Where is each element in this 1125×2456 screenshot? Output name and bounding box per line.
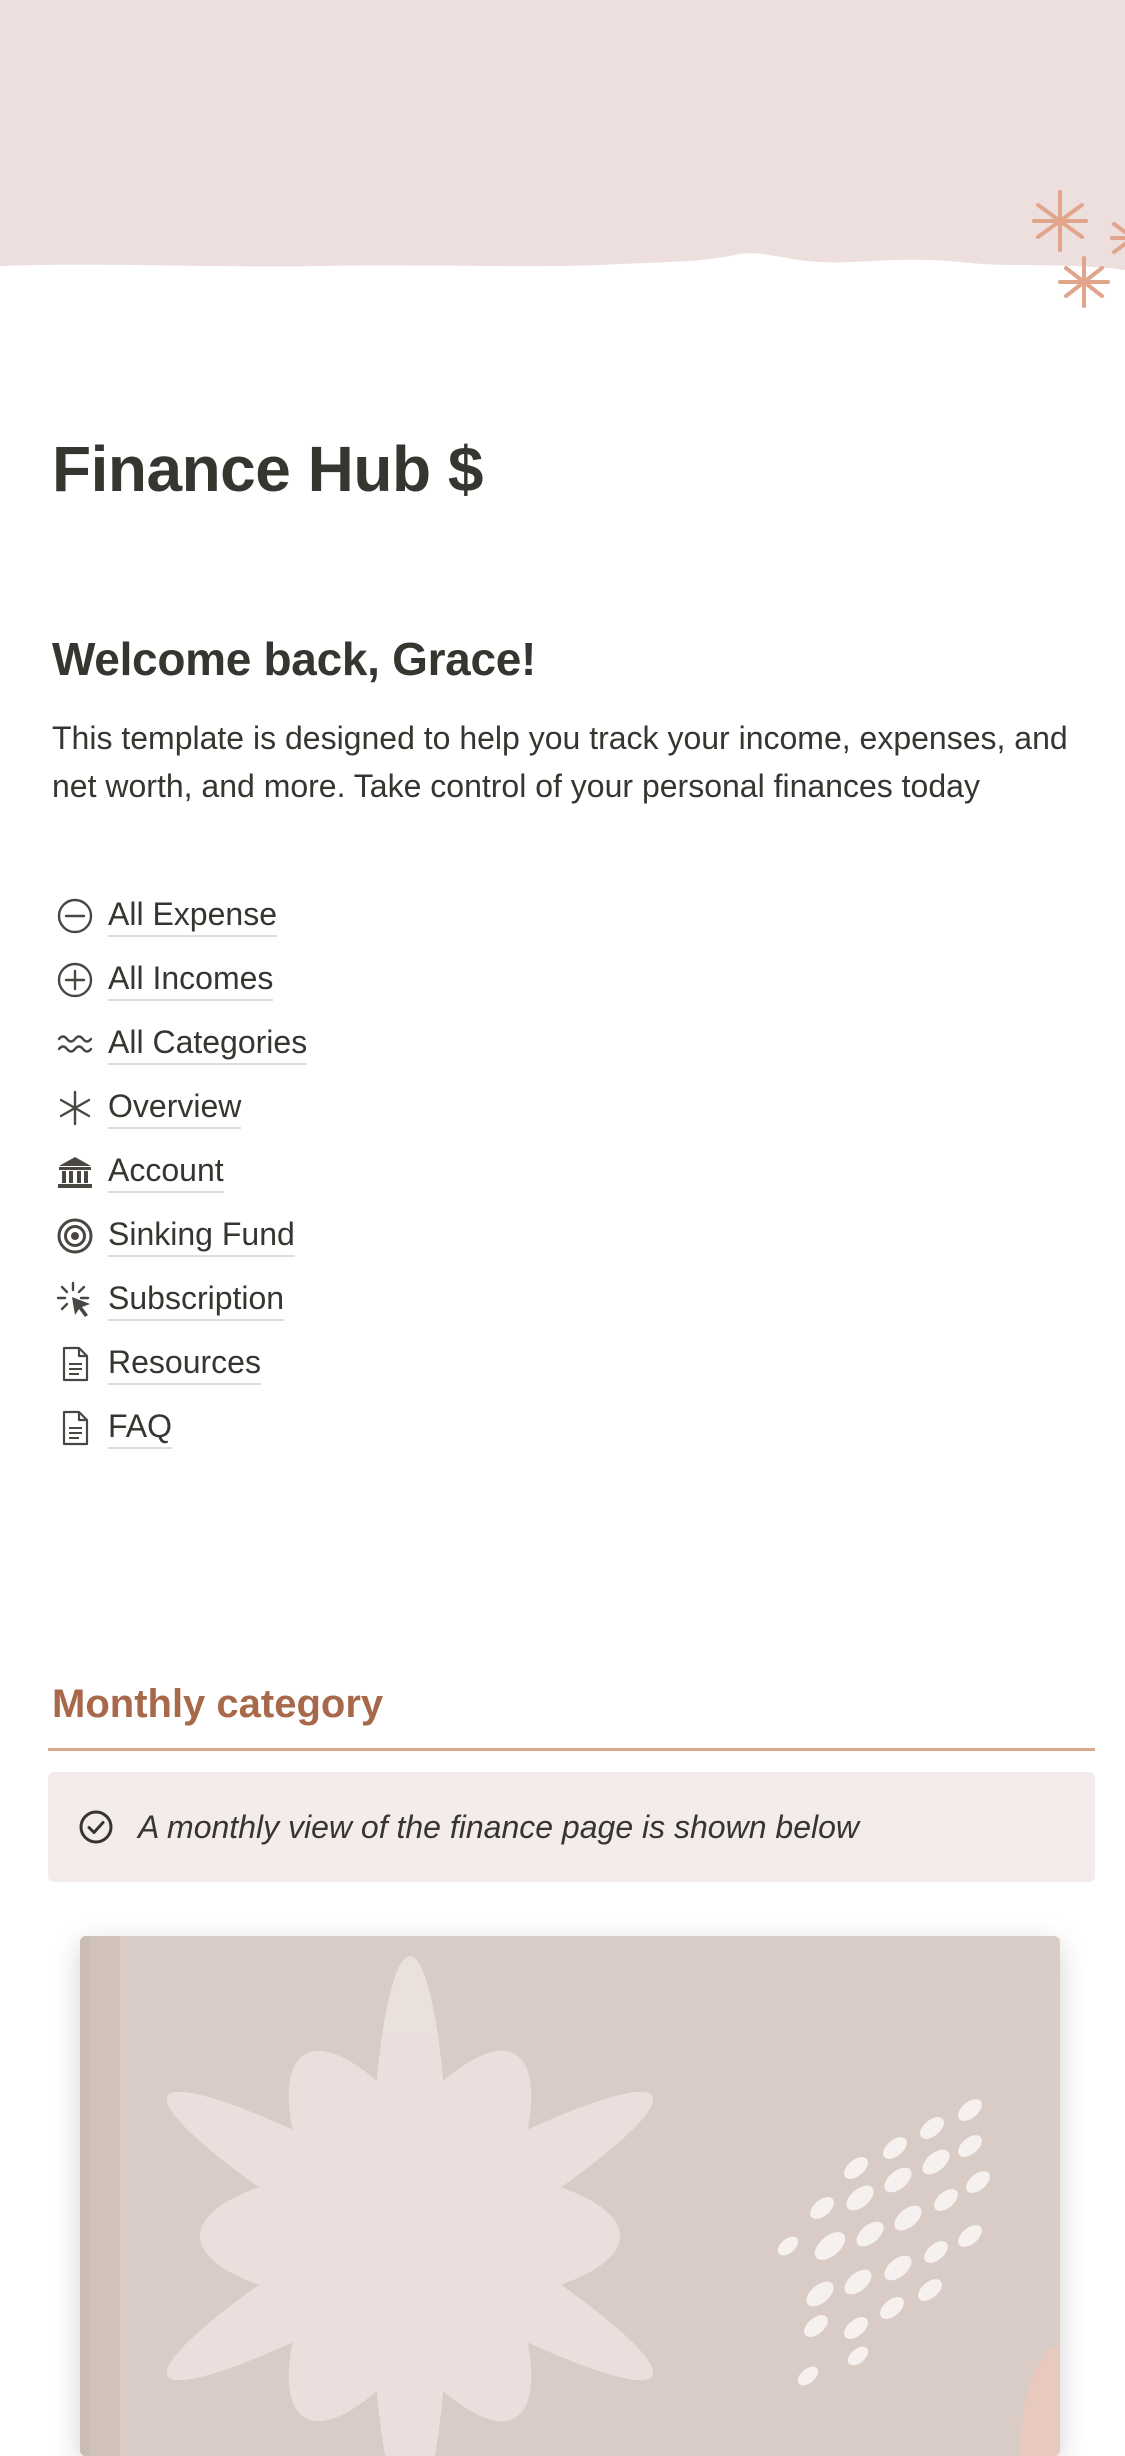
monthly-category-heading: Monthly category [52, 1682, 384, 1726]
bank-icon [52, 1149, 98, 1195]
link-overview[interactable]: Overview [52, 1076, 307, 1140]
monthly-cover-image[interactable] [80, 1936, 1060, 2456]
link-label[interactable]: All Categories [108, 1023, 308, 1065]
welcome-heading: Welcome back, Grace! [52, 633, 537, 685]
cover-illustration [0, 0, 1125, 308]
link-account[interactable]: Account [52, 1140, 307, 1204]
click-burst-icon [52, 1277, 98, 1323]
link-resources[interactable]: Resources [52, 1332, 307, 1396]
cover-banner [0, 0, 1125, 320]
plus-circle-icon [52, 957, 98, 1003]
link-label[interactable]: Overview [108, 1087, 242, 1129]
link-all-incomes[interactable]: All Incomes [52, 948, 307, 1012]
link-subscription[interactable]: Subscription [52, 1268, 307, 1332]
callout-text: A monthly view of the finance page is sh… [138, 1808, 859, 1845]
check-circle-icon [79, 1810, 113, 1844]
target-icon [52, 1213, 98, 1259]
link-faq[interactable]: FAQ [52, 1396, 307, 1460]
link-label[interactable]: Sinking Fund [108, 1215, 295, 1257]
link-all-categories[interactable]: All Categories [52, 1012, 308, 1076]
document-icon [52, 1405, 98, 1451]
link-all-expense[interactable]: All Expense [52, 884, 307, 948]
link-sinking-fund[interactable]: Sinking Fund [52, 1204, 307, 1268]
document-icon [52, 1341, 98, 1387]
flower-illustration [80, 1936, 1060, 2456]
page-links-list: All Expense All Incomes All Categories O… [52, 884, 308, 1460]
wave-icon [52, 1021, 98, 1067]
page-title: Finance Hub $ [52, 433, 483, 505]
link-label[interactable]: Subscription [108, 1279, 285, 1321]
section-divider [48, 1748, 1095, 1751]
link-label[interactable]: Account [108, 1151, 224, 1193]
link-label[interactable]: Resources [108, 1343, 261, 1385]
minus-circle-icon [52, 893, 98, 939]
intro-text: This template is designed to help you tr… [52, 720, 1068, 804]
link-label[interactable]: FAQ [108, 1407, 173, 1449]
link-label[interactable]: All Incomes [108, 959, 274, 1001]
link-label[interactable]: All Expense [108, 895, 277, 937]
asterisk-icon [52, 1085, 98, 1131]
monthly-callout: A monthly view of the finance page is sh… [48, 1772, 1095, 1882]
